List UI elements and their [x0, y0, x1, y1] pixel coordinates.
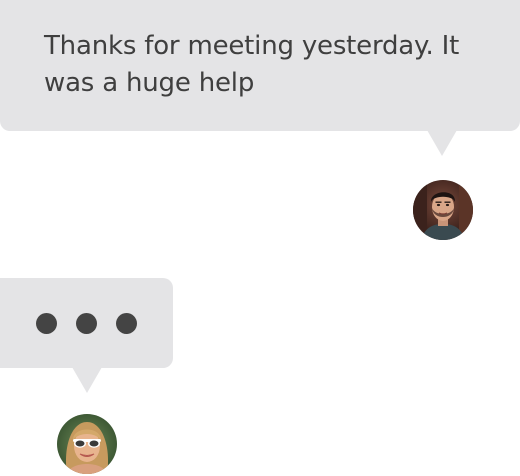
woman-avatar-icon	[57, 414, 117, 474]
typing-dot	[116, 313, 137, 334]
outgoing-message-text: Thanks for meeting yesterday. It was a h…	[44, 31, 460, 98]
man-avatar-icon	[413, 180, 473, 240]
typing-dot	[76, 313, 97, 334]
typing-dot	[36, 313, 57, 334]
outgoing-message-bubble: Thanks for meeting yesterday. It was a h…	[0, 0, 520, 131]
typing-indicator-tail	[72, 367, 102, 393]
recipient-avatar[interactable]	[57, 414, 117, 474]
outgoing-message-tail	[427, 130, 457, 156]
typing-indicator-bubble	[0, 278, 173, 368]
sender-avatar[interactable]	[413, 180, 473, 240]
